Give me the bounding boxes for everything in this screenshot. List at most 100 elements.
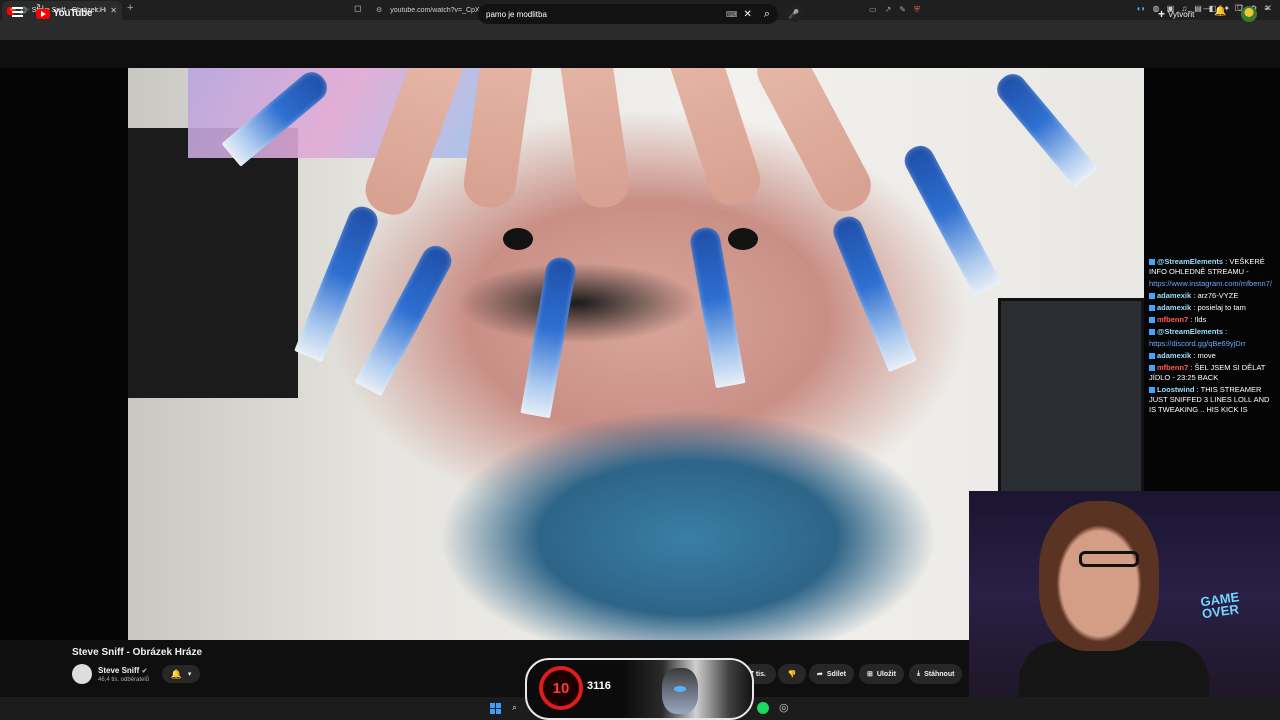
video-scene-nail <box>829 212 917 372</box>
thumbs-down-icon: 👎 <box>787 671 797 678</box>
bookmark-icon[interactable]: ◻ <box>354 3 361 14</box>
share-label: Sdílet <box>826 670 846 678</box>
webcam-glasses <box>1079 551 1139 567</box>
dislike-button[interactable]: 👎 <box>778 664 806 684</box>
game-over-sign: GAME OVER <box>1199 589 1241 622</box>
chat-text: posielaj to tam <box>1197 303 1246 312</box>
share-icon[interactable]: ↗ <box>885 5 892 15</box>
video-scene-eye-left <box>503 228 533 250</box>
save-button[interactable]: ⊞ Uložit <box>859 664 904 684</box>
chevron-down-icon: ▾ <box>187 671 192 678</box>
chat-link[interactable]: https://www.instagram.com/mfbenn7/ <box>1149 279 1272 288</box>
chat-message: adamexik : posielaj to tam <box>1146 302 1280 314</box>
chat-badge-icon <box>1149 329 1155 336</box>
speed-gauge: 10 <box>539 666 583 710</box>
save-label: Uložit <box>876 670 896 678</box>
widget-anime-art <box>622 660 752 718</box>
chat-text: arz76-VYZE <box>1197 291 1239 300</box>
keyboard-icon[interactable]: ⌨ <box>726 10 738 19</box>
chat-username[interactable]: mfbenn7 <box>1157 363 1188 372</box>
subscriber-count: 46,4 tis. odběratelů <box>98 677 150 683</box>
close-tab-icon[interactable]: ✕ <box>110 6 117 15</box>
channel-name-text: Steve Sniff <box>98 666 140 675</box>
chat-message: @StreamElements : VEŠKERÉ INFO OHLEDNĚ S… <box>1149 257 1265 276</box>
share-button[interactable]: ➦ Sdílet <box>809 664 854 684</box>
chat-badge-icon <box>1149 259 1155 266</box>
video-scene-nail <box>899 140 1002 297</box>
chat-username[interactable]: adamexik <box>1157 303 1191 312</box>
widget-anime-eye <box>674 686 686 692</box>
gauge-value: 10 <box>552 679 570 697</box>
picture-in-picture-icon[interactable]: ▭ <box>869 5 877 15</box>
download-label: Stáhnout <box>924 670 955 678</box>
edit-icon[interactable]: ✎ <box>899 5 906 15</box>
chat-message: mfbenn7 : !lds <box>1146 314 1280 326</box>
chat-badge-icon <box>1149 387 1155 394</box>
search-icon[interactable]: ⌕ <box>764 8 770 21</box>
chat-username[interactable]: mfbenn7 <box>1157 315 1188 324</box>
forward-icon[interactable]: → <box>22 3 32 14</box>
chat-username[interactable]: @StreamElements <box>1157 257 1223 266</box>
chat-badge-icon <box>1149 293 1155 300</box>
plus-icon: + <box>1158 7 1166 21</box>
share-arrow-icon: ➦ <box>817 671 823 678</box>
video-title: Steve Sniff - Obrázek Hráze <box>72 647 203 658</box>
chat-badge-icon <box>1149 365 1155 372</box>
video-scene-finger <box>661 68 767 212</box>
youtube-masthead <box>0 40 1280 68</box>
search-query-text: pamo je modlitba <box>486 9 547 19</box>
channel-avatar[interactable] <box>72 664 92 684</box>
site-info-icon[interactable]: ⚙ <box>376 6 382 14</box>
video-scene-nail <box>520 255 578 419</box>
clear-search-icon[interactable]: ✕ <box>743 9 751 20</box>
chat-text: move <box>1197 351 1216 360</box>
chat-link[interactable]: https://discord.gg/qBe69yjDrr <box>1149 339 1246 348</box>
chat-message: mfbenn7 : ŠEL JSEM SI DĚLAT JÍDLO - 23:2… <box>1149 363 1266 382</box>
video-scene-finger <box>748 68 880 220</box>
spotify-icon[interactable] <box>757 702 769 714</box>
wall-mirror-right <box>998 298 1144 498</box>
wall-poster-left <box>128 128 298 398</box>
widget-score: 3116 <box>587 680 611 692</box>
taskbar-app-icon[interactable]: ◎ <box>779 701 789 714</box>
notifications-bell-icon[interactable]: 🔔 <box>1214 6 1226 17</box>
audio-extension-icon[interactable]: ◖◗ <box>1136 4 1146 14</box>
chat-badge-icon <box>1149 317 1155 324</box>
shield-extension-icon[interactable]: ⛨ <box>914 5 920 15</box>
video-scene-nail <box>991 68 1099 188</box>
download-button[interactable]: ⤓ Stáhnout <box>909 664 963 684</box>
voice-search-icon[interactable]: 🎤 <box>786 6 802 22</box>
chat-username[interactable]: Loostwind <box>1157 385 1195 394</box>
windows-start-icon[interactable] <box>490 703 501 714</box>
youtube-play-icon <box>36 8 50 19</box>
video-scene-nail <box>294 202 382 362</box>
chat-username[interactable]: adamexik <box>1157 351 1191 360</box>
browser-menu-icon[interactable]: ≡ <box>1264 4 1269 14</box>
save-playlist-icon: ⊞ <box>867 671 873 678</box>
chat-badge-icon <box>1149 353 1155 360</box>
chat-message: https://discord.gg/qBe69yjDrr <box>1146 338 1280 350</box>
chat-username[interactable]: @StreamElements <box>1157 327 1223 336</box>
streamer-webcam: GAME OVER <box>969 491 1280 720</box>
video-scene-nail <box>688 225 746 389</box>
reading-list-icon[interactable]: ▤ <box>1194 4 1202 14</box>
youtube-logo[interactable]: YouTube CZ <box>36 8 102 19</box>
new-tab-button[interactable]: + <box>127 2 133 14</box>
channel-name[interactable]: Steve Sniff ✔ <box>98 666 147 675</box>
chat-message: https://www.instagram.com/mfbenn7/ <box>1146 278 1280 290</box>
subscription-bell-button[interactable]: 🔔 ▾ <box>162 665 200 683</box>
hamburger-menu-icon[interactable] <box>12 7 23 17</box>
webcam-face <box>1039 501 1159 651</box>
chat-message: adamexik : move <box>1146 350 1280 362</box>
create-button[interactable]: + Vytvořit <box>1158 7 1194 21</box>
video-scene-nail <box>354 240 457 397</box>
video-scene-finger <box>555 68 633 211</box>
create-label: Vytvořit <box>1168 9 1195 19</box>
download-icon: ⤓ <box>917 670 921 677</box>
chat-username[interactable]: adamexik <box>1157 291 1191 300</box>
account-avatar[interactable] <box>1241 6 1257 22</box>
taskbar-search-icon[interactable]: ⌕ <box>512 702 517 713</box>
chat-text: !lds <box>1194 315 1207 324</box>
chat-badge-icon <box>1149 305 1155 312</box>
search-input[interactable]: pamo je modlitba ⌨ ✕ ⌕ <box>478 4 778 24</box>
